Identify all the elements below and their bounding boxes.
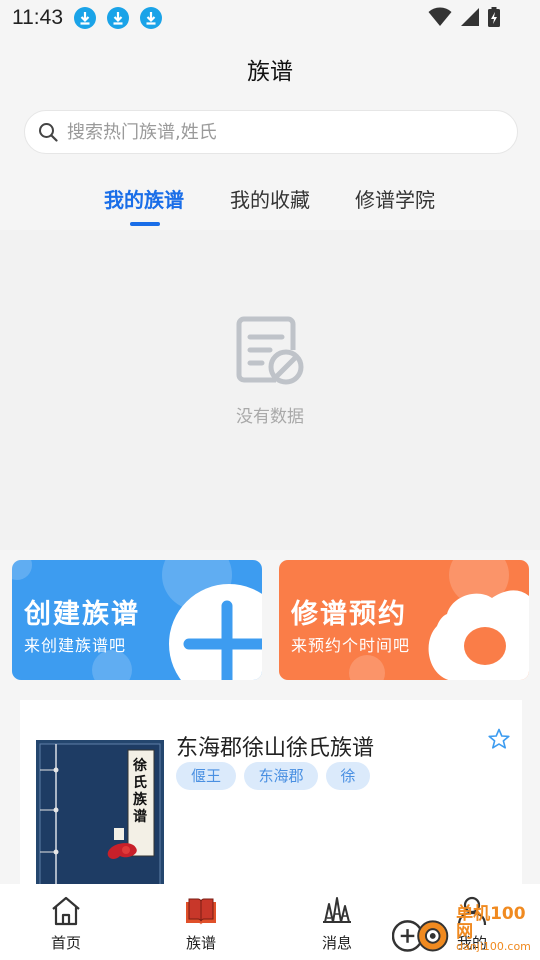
- battery-icon: [488, 7, 500, 27]
- wifi-icon: [428, 7, 452, 26]
- watermark-url: danji100.com: [456, 940, 531, 953]
- nav-messages-label: 消息: [321, 934, 352, 952]
- book-icon: [186, 898, 216, 925]
- appointment-card-subtitle: 来预约个时间吧: [291, 636, 411, 655]
- book-cover-title: 徐氏族谱: [133, 758, 147, 825]
- status-indicators: [428, 7, 500, 27]
- nav-home-label: 首页: [50, 934, 81, 952]
- create-card-title: 创建族谱: [24, 599, 140, 630]
- tab-my-favorites[interactable]: 我的收藏: [230, 184, 310, 213]
- create-genealogy-card[interactable]: 创建族谱 来创建族谱吧: [12, 560, 262, 680]
- book-tag: 徐: [326, 762, 370, 790]
- appointment-card-title: 修谱预约: [291, 599, 407, 630]
- status-time: 11:43: [12, 6, 63, 29]
- decor-bubble: [349, 655, 385, 680]
- status-bar: 11:43: [0, 0, 540, 36]
- genealogy-list-item[interactable]: 徐氏族谱 东海郡徐山徐氏族谱 偃王 东海郡 徐: [20, 700, 522, 900]
- watermark-logo-icon: [392, 920, 449, 952]
- create-card-subtitle: 来创建族谱吧: [24, 636, 127, 655]
- download-notification-icon: [140, 7, 162, 29]
- book-tag: 东海郡: [244, 762, 318, 790]
- empty-state: 没有数据: [0, 230, 540, 550]
- home-icon: [52, 896, 80, 926]
- appointment-card[interactable]: 修谱预约 来预约个时间吧: [279, 560, 529, 680]
- message-icon: [323, 897, 351, 923]
- nav-messages[interactable]: 消息: [292, 884, 382, 960]
- no-data-icon: [236, 316, 304, 385]
- nav-genealogy[interactable]: 族谱: [156, 884, 246, 960]
- tab-bar: 我的族谱 我的收藏 修谱学院: [0, 170, 540, 230]
- search-icon: [39, 123, 58, 142]
- page-title: 族谱: [247, 59, 293, 85]
- search-bar[interactable]: [24, 110, 518, 154]
- nav-genealogy-label: 族谱: [185, 934, 216, 952]
- decor-bubble: [12, 560, 32, 580]
- egg-icon: [428, 590, 529, 680]
- download-notification-icon: [107, 7, 129, 29]
- app-header: 族谱: [0, 36, 540, 102]
- tab-my-genealogy[interactable]: 我的族谱: [104, 184, 184, 213]
- book-tags: 偃王 东海郡 徐: [176, 762, 370, 790]
- book-tag: 偃王: [176, 762, 236, 790]
- signal-icon: [461, 8, 479, 26]
- nav-home[interactable]: 首页: [21, 884, 111, 960]
- tab-genealogy-academy[interactable]: 修谱学院: [355, 184, 435, 213]
- empty-state-text: 没有数据: [236, 407, 304, 427]
- download-notification-icon: [74, 7, 96, 29]
- watermark-text: 单机100网: [456, 904, 526, 942]
- plus-icon: [169, 584, 262, 680]
- book-title: 东海郡徐山徐氏族谱: [176, 736, 375, 761]
- favorite-star-icon[interactable]: [488, 728, 510, 750]
- site-watermark: 单机100网 danji100.com: [392, 905, 540, 954]
- search-input[interactable]: [65, 120, 489, 144]
- active-tab-indicator: [130, 222, 160, 226]
